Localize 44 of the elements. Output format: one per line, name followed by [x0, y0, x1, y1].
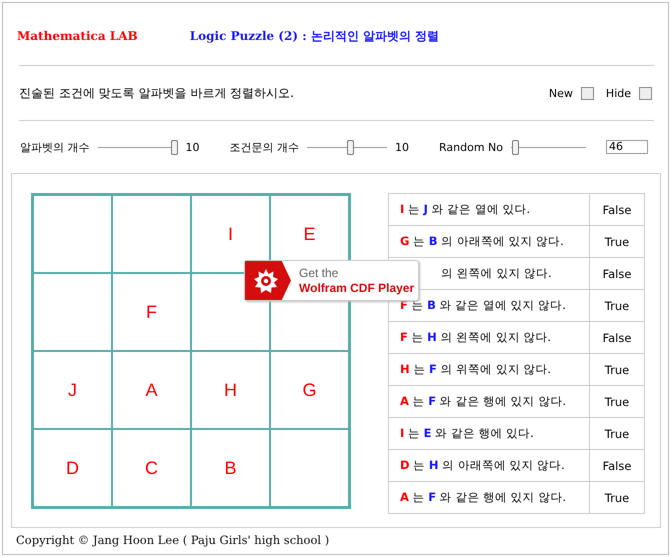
- grid-cell: G: [270, 351, 349, 429]
- slider-label: 알파벳의 개수: [20, 140, 90, 154]
- instruction-text: 진술된 조건에 맞도록 알파벳을 바르게 정렬하시오.: [19, 84, 294, 102]
- checkbox-label: New: [548, 86, 573, 100]
- slider-label: 조건문의 개수: [230, 140, 299, 154]
- spiky-logo-icon: [253, 268, 279, 294]
- grid-cell: H: [191, 351, 270, 429]
- condition-cell: D 는 H 의 아래쪽에 있지 않다.: [388, 450, 590, 482]
- result-cell: True: [590, 418, 644, 450]
- slider-thumb[interactable]: [170, 140, 178, 154]
- result-cell: True: [590, 386, 644, 418]
- random-number-field[interactable]: 46: [606, 140, 648, 154]
- result-cell: True: [590, 482, 644, 514]
- copyright-text: Copyright © Jang Hoon Lee ( Paju Girls' high school ): [15, 532, 330, 547]
- app-title: Mathematica LAB: [17, 28, 138, 45]
- condition-cell: A 는 F 와 같은 행에 있지 않다.: [388, 386, 590, 418]
- slider-thumb[interactable]: [512, 140, 520, 154]
- slider-value: 10: [395, 140, 409, 154]
- condition-cell: I 는 E 와 같은 행에 있다.: [388, 418, 590, 450]
- grid-cell: B: [191, 429, 270, 507]
- slider-value: 10: [186, 140, 200, 154]
- condition-cell: A 는 F 와 같은 행에 있지 않다.: [388, 482, 590, 514]
- grid-cell: A: [112, 351, 191, 429]
- grid-cell: J: [33, 351, 112, 429]
- condition-cell: F 는 H 의 왼쪽에 있지 않다.: [388, 322, 590, 354]
- checkbox[interactable]: [639, 86, 652, 100]
- result-cell: False: [590, 450, 644, 482]
- grid-cell: F: [112, 273, 191, 351]
- result-cell: False: [590, 258, 644, 290]
- slider-label: Random No: [439, 140, 503, 154]
- condition-cell: I 는 J 와 같은 열에 있다.: [388, 194, 590, 226]
- puzzle-title: Logic Puzzle (2) : 논리적인 알파벳의 정렬: [190, 28, 440, 45]
- result-cell: True: [590, 226, 644, 258]
- grid-cell: D: [33, 429, 112, 507]
- result-cell: True: [590, 354, 644, 386]
- slider-thumb[interactable]: [347, 140, 354, 154]
- checkbox-label: Hide: [606, 86, 631, 100]
- checkbox[interactable]: [580, 86, 594, 100]
- condition-cell: G 는 B 의 아래쪽에 있지 않다.: [388, 226, 590, 258]
- result-cell: False: [590, 322, 644, 354]
- condition-cell: H 는 F 의 위쪽에 있지 않다.: [388, 354, 590, 386]
- result-cell: False: [590, 194, 644, 226]
- grid-cell: C: [112, 429, 191, 507]
- result-cell: True: [590, 290, 644, 322]
